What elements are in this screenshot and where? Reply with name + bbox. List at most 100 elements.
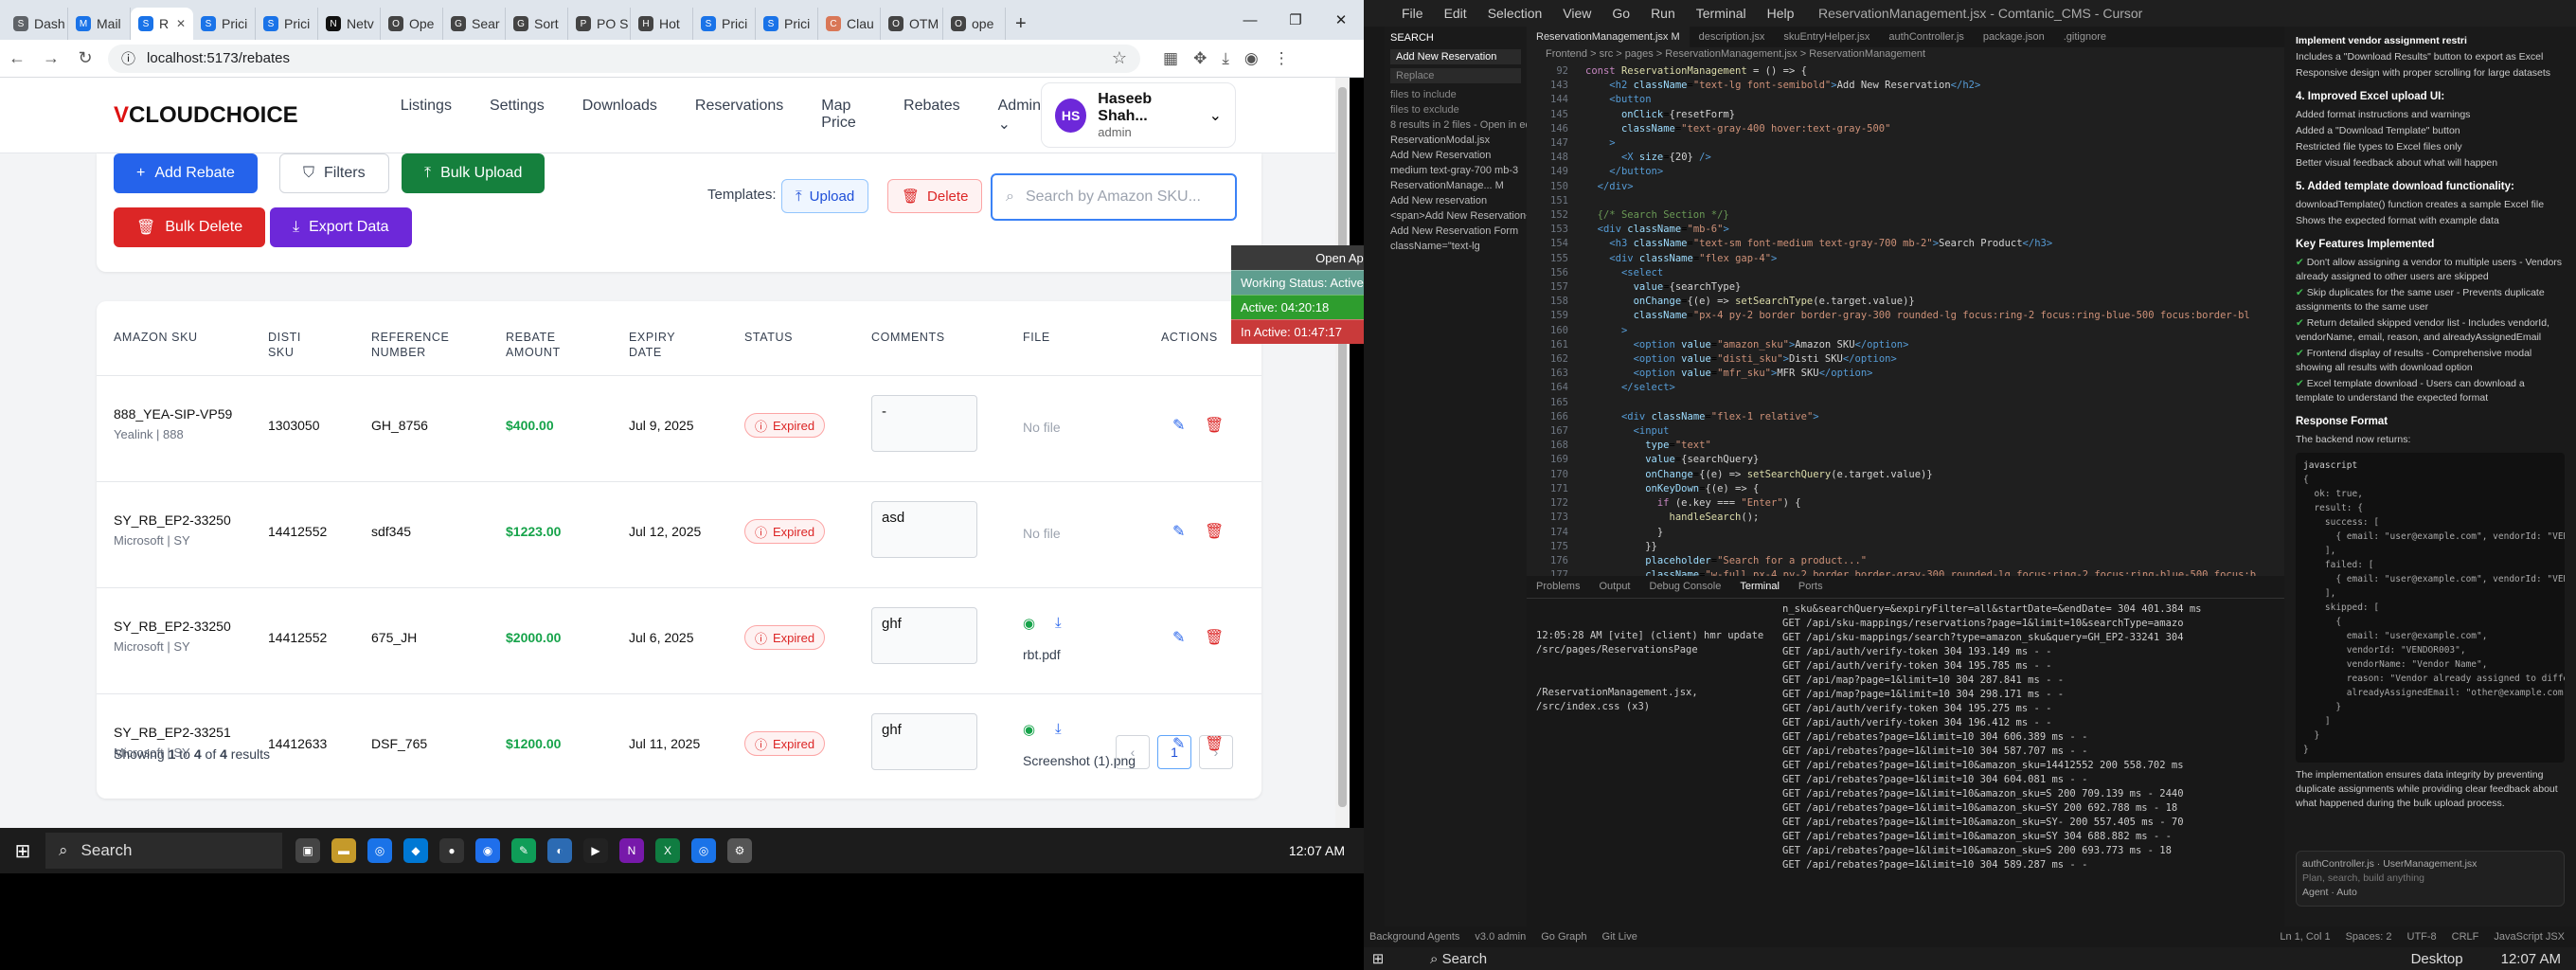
menu-run[interactable]: Run bbox=[1651, 6, 1675, 21]
file-chip[interactable]: authController.js bbox=[2302, 858, 2374, 870]
menu-go[interactable]: Go bbox=[1612, 6, 1630, 21]
user-menu[interactable]: HS Haseeb Shah... admin ⌄ bbox=[1040, 82, 1236, 148]
tab-debug-console[interactable]: Debug Console bbox=[1650, 580, 1722, 594]
search-query-input[interactable]: Add New Reservation bbox=[1390, 49, 1521, 64]
browser-tab[interactable]: S Prici bbox=[256, 8, 318, 40]
onenote-icon[interactable]: N bbox=[619, 838, 644, 863]
search-result[interactable]: Add New Reservation bbox=[1385, 148, 1527, 163]
browser-tab[interactable]: S Prici bbox=[756, 8, 818, 40]
download-icon[interactable]: ⤓ bbox=[1222, 49, 1229, 68]
nav-admin[interactable]: Admin ⌄ bbox=[998, 98, 1041, 134]
app-icon[interactable]: ▶ bbox=[583, 838, 608, 863]
puzzle-icon[interactable]: ✥ bbox=[1193, 49, 1207, 68]
tab-close-icon[interactable]: ✕ bbox=[176, 17, 186, 30]
search-results-summary[interactable]: 8 results in 2 files - Open in editor bbox=[1385, 117, 1527, 133]
delete-icon[interactable]: 🗑 bbox=[1205, 416, 1224, 435]
bulk-delete-button[interactable]: 🗑 Bulk Delete bbox=[114, 207, 266, 247]
show-desktop[interactable]: Desktop bbox=[2411, 951, 2463, 967]
edit-icon[interactable]: ✎ bbox=[1172, 522, 1185, 541]
tab-ports[interactable]: Ports bbox=[1798, 580, 1823, 594]
browser-tab[interactable]: O Ope bbox=[381, 8, 443, 40]
include-input[interactable]: files to include bbox=[1385, 87, 1527, 102]
nav-reservations[interactable]: Reservations bbox=[695, 98, 783, 134]
nav-map-price[interactable]: Map Price bbox=[821, 98, 866, 134]
browser-tab[interactable]: S Dash bbox=[6, 8, 68, 40]
download-file-icon[interactable]: ⤓ bbox=[1055, 615, 1062, 631]
browser-tab[interactable]: H Hot bbox=[631, 8, 693, 40]
browser-tab[interactable]: S R ✕ bbox=[131, 8, 193, 40]
browser-tab[interactable]: G Sort bbox=[506, 8, 568, 40]
browser-tab[interactable]: P PO S bbox=[568, 8, 631, 40]
next-page-button[interactable]: › bbox=[1199, 735, 1233, 769]
agent-mode-select[interactable]: Agent bbox=[2302, 887, 2328, 898]
menu-selection[interactable]: Selection bbox=[1488, 6, 1543, 21]
url-input[interactable]: ⓘ localhost:5173/rebates ☆ bbox=[108, 44, 1140, 73]
browser-tab[interactable]: S Prici bbox=[193, 8, 256, 40]
windows-start-icon[interactable]: ⊞ bbox=[1364, 950, 1392, 967]
edit-icon[interactable]: ✎ bbox=[1172, 416, 1185, 435]
profile-icon[interactable]: ◉ bbox=[1244, 49, 1259, 68]
replace-input[interactable]: Replace bbox=[1390, 68, 1521, 83]
download-file-icon[interactable]: ⤓ bbox=[1055, 721, 1062, 737]
windows-start-icon[interactable]: ⊞ bbox=[0, 839, 45, 863]
taskbar-clock[interactable]: 12:07 AM bbox=[1289, 843, 1345, 858]
editor-tab[interactable]: .gitignore bbox=[2054, 27, 2116, 47]
back-arrow-icon[interactable]: ← bbox=[0, 48, 34, 68]
browser-tab[interactable]: G Sear bbox=[443, 8, 506, 40]
taskbar-search[interactable]: ⌕ Search bbox=[45, 833, 282, 869]
template-delete-button[interactable]: 🗑 Delete bbox=[887, 179, 983, 213]
exclude-input[interactable]: files to exclude bbox=[1385, 102, 1527, 117]
comment-textarea[interactable]: ghf bbox=[871, 713, 977, 770]
extension-icon[interactable]: ▦ bbox=[1163, 49, 1178, 68]
chat-input-box[interactable]: authController.js · UserManagement.jsx P… bbox=[2296, 851, 2565, 907]
file-name[interactable]: rbt.pdf bbox=[1023, 647, 1061, 662]
app-icon[interactable]: ◉ bbox=[475, 838, 500, 863]
export-data-button[interactable]: ⤓ Export Data bbox=[270, 207, 412, 247]
chrome-icon[interactable]: ◎ bbox=[691, 838, 716, 863]
comment-textarea[interactable]: ghf bbox=[871, 607, 977, 664]
chrome-icon[interactable]: ◎ bbox=[367, 838, 392, 863]
page-scrollbar[interactable] bbox=[1335, 78, 1350, 828]
tab-output[interactable]: Output bbox=[1599, 580, 1630, 594]
menu-terminal[interactable]: Terminal bbox=[1696, 6, 1746, 21]
menu-help[interactable]: Help bbox=[1767, 6, 1795, 21]
editor-tab[interactable]: ReservationManagement.jsx M bbox=[1527, 27, 1690, 47]
forward-arrow-icon[interactable]: → bbox=[34, 48, 68, 68]
code-editor[interactable]: ReservationManagement.jsx M description.… bbox=[1527, 27, 2284, 638]
browser-tab[interactable]: N Netv bbox=[318, 8, 381, 40]
page-button[interactable]: 1 bbox=[1157, 735, 1191, 769]
terminal-panel[interactable]: Problems Output Debug Console Terminal P… bbox=[1527, 576, 2284, 926]
app-icon[interactable]: ● bbox=[439, 838, 464, 863]
search-result[interactable]: Add New Reservation Form bbox=[1385, 224, 1527, 239]
model-select[interactable]: Auto bbox=[2336, 887, 2357, 898]
editor-tab[interactable]: description.jsx bbox=[1690, 27, 1775, 47]
filters-button[interactable]: ⛉ Filters bbox=[279, 153, 389, 193]
app-icon[interactable]: ◆ bbox=[403, 838, 428, 863]
cloudchoice-logo[interactable]: VCLOUDCHOICE bbox=[114, 102, 298, 129]
menu-file[interactable]: File bbox=[1402, 6, 1423, 21]
editor-tab[interactable]: authController.js bbox=[1879, 27, 1974, 47]
template-upload-button[interactable]: ⤒ Upload bbox=[781, 179, 869, 213]
edit-icon[interactable]: ✎ bbox=[1172, 628, 1185, 647]
search-result[interactable]: Add New reservation bbox=[1385, 193, 1527, 208]
browser-tab[interactable]: S Prici bbox=[693, 8, 756, 40]
maximize-icon[interactable]: ❐ bbox=[1273, 0, 1318, 40]
delete-icon[interactable]: 🗑 bbox=[1205, 522, 1224, 541]
editor-tab[interactable]: package.json bbox=[1974, 27, 2054, 47]
new-tab-button[interactable]: + bbox=[1006, 8, 1036, 40]
nav-settings[interactable]: Settings bbox=[490, 98, 545, 134]
browser-tab[interactable]: Oope bbox=[943, 8, 1006, 40]
reload-icon[interactable]: ↻ bbox=[68, 48, 102, 68]
minimize-icon[interactable]: — bbox=[1227, 0, 1273, 40]
search-result[interactable]: ReservationModal.jsx bbox=[1385, 133, 1527, 148]
search-result[interactable]: className="text-lg bbox=[1385, 239, 1527, 254]
browser-tab[interactable]: M Mail bbox=[68, 8, 131, 40]
browser-tab[interactable]: O OTM bbox=[881, 8, 943, 40]
search-result[interactable]: <span>Add New Reservation</span> bbox=[1385, 208, 1527, 224]
bookmark-star-icon[interactable]: ☆ bbox=[1112, 48, 1127, 68]
file-chip[interactable]: UserManagement.jsx bbox=[2383, 858, 2477, 870]
nav-downloads[interactable]: Downloads bbox=[582, 98, 657, 134]
close-icon[interactable]: ✕ bbox=[1318, 0, 1364, 40]
open-app-button[interactable]: Open App bbox=[1231, 245, 1364, 270]
app-icon[interactable]: ◐ bbox=[547, 838, 572, 863]
